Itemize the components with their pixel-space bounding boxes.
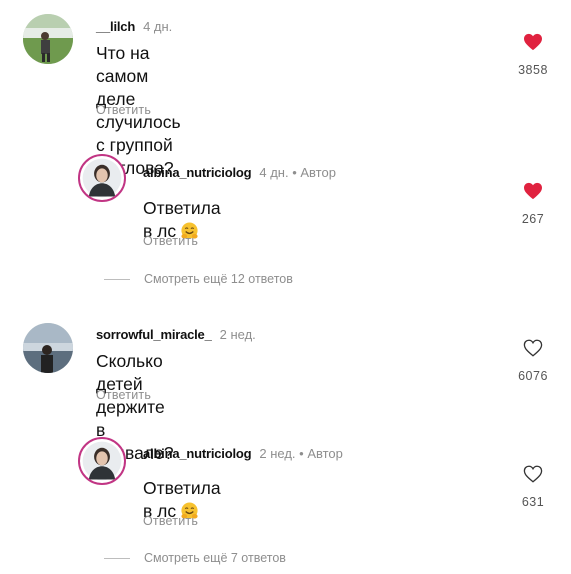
username[interactable]: __lilch [96,19,135,34]
comment-meta: __lilch 4 дн. [96,19,172,34]
author-badge: • Автор [299,446,343,461]
avatar-image [82,158,122,198]
like-count: 631 [521,495,545,509]
heart-filled-icon [524,33,542,51]
username[interactable]: sorrowful_miracle_ [96,327,212,342]
like-button[interactable]: 3858 [513,33,553,77]
reply-button[interactable]: Ответить [96,103,151,117]
reply-button[interactable]: Ответить [96,388,151,402]
timestamp: 4 дн. [259,165,289,180]
divider [104,278,130,280]
timestamp: 2 нед. [219,327,256,342]
author-badge: • Автор [292,165,336,180]
avatar[interactable] [78,437,126,485]
like-button[interactable]: 267 [513,182,553,226]
like-button[interactable]: 6076 [513,339,553,383]
reply-button[interactable]: Ответить [143,234,198,248]
avatar[interactable] [78,154,126,202]
comment-text-line: Что на самом деле случилось с группой [96,43,181,155]
heart-outline-icon [523,339,543,357]
view-more-replies[interactable]: Смотреть ещё 12 ответов [104,272,293,286]
view-more-label: Смотреть ещё 7 ответов [144,551,286,565]
like-button[interactable]: 631 [513,465,553,509]
timestamp: 4 дн. [143,19,173,34]
username[interactable]: albina_nutriciolog [143,446,252,461]
like-count: 3858 [518,63,548,77]
divider [104,557,130,559]
avatar-image [23,14,73,64]
like-count: 6076 [518,369,548,383]
like-count: 267 [521,212,545,226]
avatar-image [82,441,122,481]
username[interactable]: albina_nutriciolog [143,165,252,180]
comment-meta: sorrowful_miracle_ 2 нед. [96,327,256,342]
timestamp: 2 нед. [259,446,296,461]
view-more-replies[interactable]: Смотреть ещё 7 ответов [104,551,286,565]
view-more-label: Смотреть ещё 12 ответов [144,272,293,286]
avatar[interactable] [23,323,73,373]
comment-meta: albina_nutriciolog 2 нед. • Автор [143,446,343,461]
heart-outline-icon [523,465,543,483]
reply-button[interactable]: Ответить [143,514,198,528]
comment-meta: albina_nutriciolog 4 дн. • Автор [143,165,336,180]
avatar-image [23,323,73,373]
avatar[interactable] [23,14,73,64]
heart-filled-icon [524,182,542,200]
